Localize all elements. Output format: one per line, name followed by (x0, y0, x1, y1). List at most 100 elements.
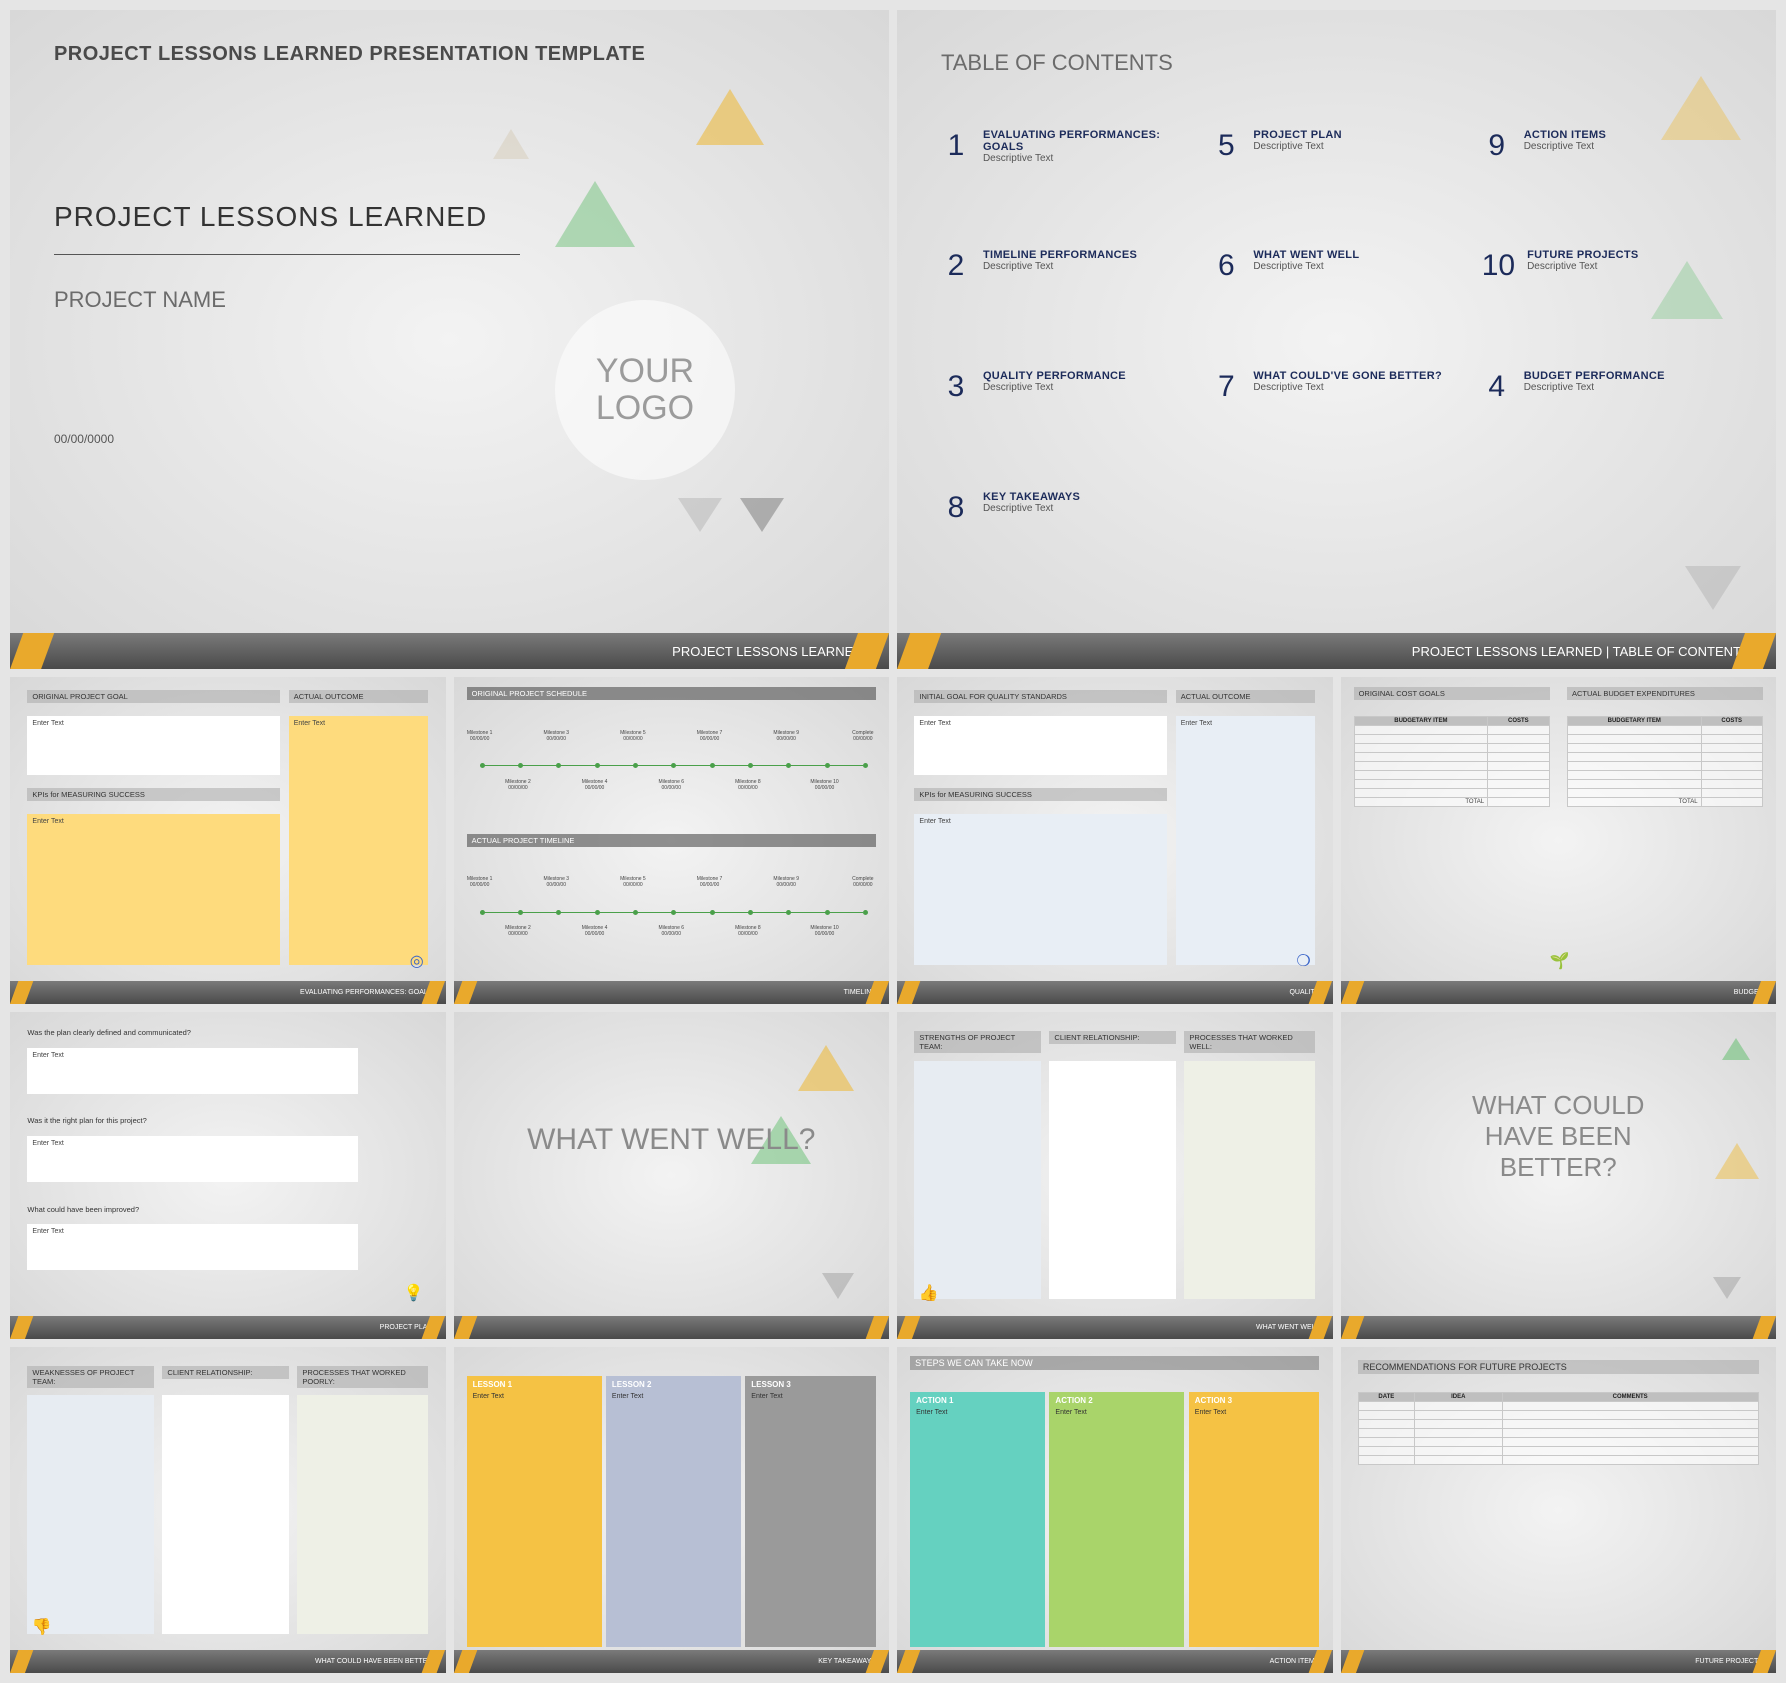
slide-quality: INITIAL GOAL FOR QUALITY STANDARDS Enter… (897, 677, 1333, 1004)
date-placeholder: 00/00/0000 (54, 432, 114, 446)
plant-icon: 🌱 (1550, 951, 1570, 971)
timeline-dot (863, 763, 868, 768)
timeline-label: Milestone 900/00/00 (766, 876, 806, 888)
toc-title: TABLE OF CONTENTS (941, 50, 1173, 76)
text-pane[interactable]: Enter Text (27, 814, 280, 964)
col-header: WEAKNESSES OF PROJECT TEAM: (27, 1366, 153, 1388)
toc-item: 8KEY TAKEAWAYSDescriptive Text (941, 491, 1191, 604)
pane-header: ACTUAL OUTCOME (1176, 690, 1315, 703)
col-header: CLIENT RELATIONSHIP: (1049, 1031, 1175, 1044)
triangle-icon (740, 498, 784, 532)
timeline-label: Milestone 100/00/00 (460, 876, 500, 888)
slide-footer: QUALITY (897, 981, 1333, 1004)
timeline-dot (710, 763, 715, 768)
timeline-dot (633, 910, 638, 915)
cost-table: BUDGETARY ITEMCOSTS TOTAL (1567, 716, 1763, 807)
text-pane[interactable]: Enter Text (27, 1136, 358, 1182)
timeline-label: Milestone 900/00/00 (766, 730, 806, 742)
lesson-block[interactable]: LESSON 3Enter Text (745, 1376, 876, 1647)
slide-toc: TABLE OF CONTENTS 1EVALUATING PERFORMANC… (897, 10, 1776, 669)
pane-header: ORIGINAL PROJECT GOAL (27, 690, 280, 703)
pane-header: KPIs for MEASURING SUCCESS (27, 788, 280, 801)
question: What could have been improved? (27, 1205, 139, 1214)
slide-footer: KEY TAKEAWAYS (454, 1650, 890, 1673)
main-title: PROJECT LESSONS LEARNED (54, 201, 487, 233)
triangle-icon (822, 1273, 854, 1299)
text-pane[interactable] (27, 1395, 153, 1633)
action-block[interactable]: ACTION 1Enter Text (910, 1392, 1045, 1647)
timeline-label: Complete00/00/00 (843, 730, 883, 742)
slide-footer: PROJECT PLAN (10, 1316, 446, 1339)
timeline-label: Milestone 600/00/00 (651, 779, 691, 791)
text-pane[interactable] (162, 1395, 288, 1633)
triangle-icon (678, 498, 722, 532)
toc-item: 2TIMELINE PERFORMANCESDescriptive Text (941, 249, 1191, 362)
pane-header: ORIGINAL PROJECT SCHEDULE (467, 687, 876, 700)
text-pane[interactable]: Enter Text (914, 814, 1167, 964)
logo-placeholder: YOUR LOGO (555, 300, 735, 480)
action-block[interactable]: ACTION 3Enter Text (1189, 1392, 1320, 1647)
divider (54, 254, 520, 255)
slide-title: PROJECT LESSONS LEARNED PRESENTATION TEM… (10, 10, 889, 669)
triangle-icon (1713, 1277, 1741, 1299)
action-block[interactable]: ACTION 2Enter Text (1049, 1392, 1184, 1647)
timeline-dot (671, 763, 676, 768)
lesson-block[interactable]: LESSON 2Enter Text (606, 1376, 741, 1647)
text-pane[interactable] (1049, 1061, 1175, 1299)
pane-header: RECOMMENDATIONS FOR FUTURE PROJECTS (1358, 1360, 1759, 1374)
text-pane[interactable] (1184, 1061, 1315, 1299)
lesson-block[interactable]: LESSON 1Enter Text (467, 1376, 602, 1647)
slide-footer: TIMELINE (454, 981, 890, 1004)
toc-item: 6WHAT WENT WELLDescriptive Text (1211, 249, 1461, 362)
pane-header: KPIs for MEASURING SUCCESS (914, 788, 1167, 801)
slide-better-title: WHAT COULD HAVE BEEN BETTER? (1341, 1012, 1777, 1339)
timeline-label: Complete00/00/00 (843, 876, 883, 888)
slide-footer: WHAT WENT WELL (897, 1316, 1333, 1339)
timeline-label: Milestone 1000/00/00 (805, 779, 845, 791)
toc-item: 5PROJECT PLANDescriptive Text (1211, 129, 1461, 242)
text-pane[interactable]: Enter Text (27, 716, 280, 775)
timeline-dot (748, 910, 753, 915)
pane-header: STEPS WE CAN TAKE NOW (910, 1356, 1319, 1370)
col-header: PROCESSES THAT WORKED WELL: (1184, 1031, 1315, 1053)
timeline-label: Milestone 600/00/00 (651, 925, 691, 937)
triangle-icon (555, 181, 635, 247)
timeline-dot (786, 910, 791, 915)
toc-item: 3QUALITY PERFORMANCEDescriptive Text (941, 370, 1191, 483)
thumbs-down-icon: 👎 (32, 1617, 52, 1637)
triangle-icon (493, 129, 529, 159)
target-icon: ◎ (410, 951, 424, 971)
text-pane[interactable]: Enter Text (27, 1048, 358, 1094)
pane-header: ACTUAL BUDGET EXPENDITURES (1567, 687, 1763, 700)
pane-header: ACTUAL PROJECT TIMELINE (467, 834, 876, 847)
slide-footer (454, 1316, 890, 1339)
slide-plan: Was the plan clearly defined and communi… (10, 1012, 446, 1339)
timeline-label: Milestone 800/00/00 (728, 925, 768, 937)
text-pane[interactable] (914, 1061, 1040, 1299)
pane-header: ORIGINAL COST GOALS (1354, 687, 1550, 700)
slide-footer: WHAT COULD HAVE BEEN BETTER (10, 1650, 446, 1673)
text-pane[interactable] (297, 1395, 428, 1633)
slide-takeaways: LESSON 1Enter Text LESSON 2Enter Text LE… (454, 1347, 890, 1674)
text-pane[interactable]: Enter Text (1176, 716, 1315, 964)
col-header: PROCESSES THAT WORKED POORLY: (297, 1366, 428, 1388)
text-pane[interactable]: Enter Text (914, 716, 1167, 775)
slide-wentwell-title: WHAT WENT WELL? (454, 1012, 890, 1339)
slide-footer: PROJECT LESSONS LEARNED | TABLE OF CONTE… (897, 633, 1776, 669)
timeline-label: Milestone 100/00/00 (460, 730, 500, 742)
timeline-dot (595, 910, 600, 915)
thumbs-up-icon: 👍 (919, 1283, 939, 1303)
slide-footer: EVALUATING PERFORMANCES: GOALS (10, 981, 446, 1004)
pane-header: INITIAL GOAL FOR QUALITY STANDARDS (914, 690, 1167, 703)
slide-budget: ORIGINAL COST GOALS ACTUAL BUDGET EXPEND… (1341, 677, 1777, 1004)
text-pane[interactable]: Enter Text (27, 1224, 358, 1270)
timeline-dot (863, 910, 868, 915)
slide-better: WEAKNESSES OF PROJECT TEAM: CLIENT RELAT… (10, 1347, 446, 1674)
triangle-icon (1722, 1038, 1750, 1060)
template-header: PROJECT LESSONS LEARNED PRESENTATION TEM… (54, 43, 645, 66)
timeline-label: Milestone 500/00/00 (613, 876, 653, 888)
timeline-dot (671, 910, 676, 915)
timeline-label: Milestone 700/00/00 (690, 876, 730, 888)
text-pane[interactable]: Enter Text (289, 716, 428, 964)
toc-grid: 1EVALUATING PERFORMANCES: GOALSDescripti… (941, 129, 1732, 604)
